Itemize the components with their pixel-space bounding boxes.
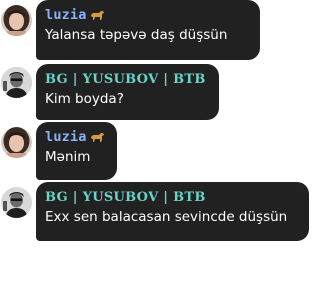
- sender-name-row: luzia: [45, 5, 250, 25]
- sender-name-row: BG | YUSUBOV | BTB: [45, 187, 299, 207]
- message-row: BG | YUSUBOV | BTB Kim boyda?: [0, 62, 320, 122]
- message-text: Yalansa təpəvə daş düşsün: [45, 27, 228, 43]
- message-text: Mənim: [45, 149, 91, 165]
- message-text: Kim boyda?: [45, 91, 124, 107]
- sender-name[interactable]: luzia: [45, 7, 87, 23]
- dog-emoji-icon: [90, 131, 105, 143]
- sender-name[interactable]: luzia: [45, 129, 87, 145]
- sender-name[interactable]: BG | YUSUBOV | BTB: [45, 72, 206, 87]
- message-bubble[interactable]: luzia Yalansa təpəvə daş düşsün: [36, 0, 260, 60]
- avatar[interactable]: [1, 5, 32, 36]
- avatar[interactable]: [1, 127, 32, 158]
- message-row: luzia Mənim: [0, 122, 320, 182]
- avatar[interactable]: [1, 187, 32, 218]
- message-bubble[interactable]: luzia Mənim: [36, 122, 117, 180]
- avatar[interactable]: [1, 67, 32, 98]
- message-bubble[interactable]: BG | YUSUBOV | BTB Exx sen balacasan sev…: [36, 182, 309, 241]
- sender-name-row: BG | YUSUBOV | BTB: [45, 69, 209, 89]
- message-row: luzia Yalansa təpəvə daş düşsün: [0, 0, 320, 62]
- message-text: Exx sen balacasan sevincde düşsün: [45, 209, 288, 225]
- sender-name[interactable]: BG | YUSUBOV | BTB: [45, 190, 206, 205]
- sender-name-row: luzia: [45, 127, 107, 147]
- dog-emoji-icon: [90, 9, 105, 21]
- message-row: BG | YUSUBOV | BTB Exx sen balacasan sev…: [0, 182, 320, 244]
- message-bubble[interactable]: BG | YUSUBOV | BTB Kim boyda?: [36, 64, 219, 120]
